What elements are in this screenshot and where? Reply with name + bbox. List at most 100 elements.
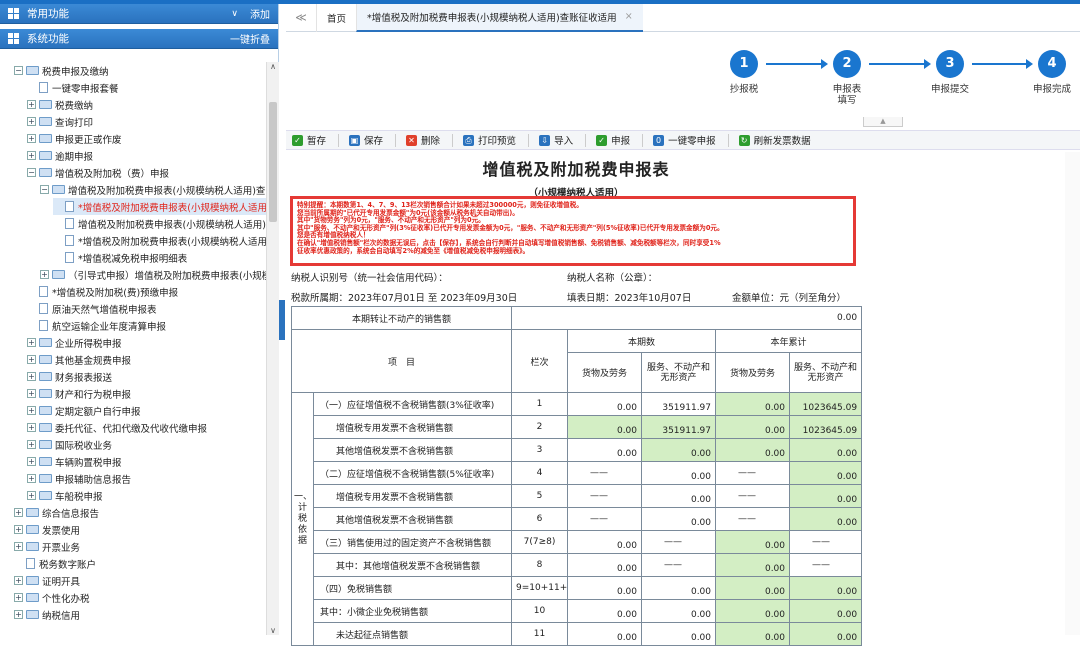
tree-item[interactable]: 航空运输企业年度清算申报 [27,317,166,334]
close-icon[interactable]: × [625,11,633,22]
amount-cell[interactable]: 1023645.09 [789,415,863,439]
toolbar-button-import[interactable]: ⇩ 导入 [539,133,573,147]
tree-item[interactable]: + 证明开具 [14,572,80,589]
expand-toggle-icon[interactable]: + [27,457,36,466]
expand-toggle-icon[interactable]: + [40,270,49,279]
amount-cell[interactable]: 0.00 [567,576,643,600]
tree-item[interactable]: *增值税及附加税(费)预缴申报 [27,283,178,300]
chevron-down-icon[interactable]: ∨ [231,9,238,19]
expand-toggle-icon[interactable]: + [27,406,36,415]
toolbar-button-print[interactable]: ⎙ 打印预览 [463,133,516,147]
tree-item[interactable]: + 纳税信用 [14,606,80,623]
expand-toggle-icon[interactable]: + [27,372,36,381]
tree-item[interactable]: 税务数字账户 [14,555,96,572]
tree-item[interactable]: + 发票使用 [14,521,80,538]
amount-cell[interactable]: 0.00 [789,484,863,508]
transfer-value[interactable]: 0.00 [511,306,863,330]
amount-cell[interactable]: 0.00 [715,622,791,646]
scroll-thumb[interactable] [269,102,277,222]
tree-item[interactable]: + 财产和行为税申报 [27,385,131,402]
amount-cell[interactable]: 0.00 [567,622,643,646]
amount-cell[interactable]: 0.00 [715,438,791,462]
tree-item[interactable]: + 车辆购置税申报 [27,453,122,470]
tree-item[interactable]: − 增值税及附加税（费）申报 [27,164,169,181]
amount-cell[interactable]: 351911.97 [641,415,717,439]
scroll-down-icon[interactable]: ∨ [267,626,279,635]
tree-item[interactable]: + 申报辅助信息报告 [27,470,131,487]
tree-item[interactable]: + 逾期申报 [27,147,93,164]
tree-item[interactable]: *增值税减免税申报明细表 [53,249,187,266]
tree-item[interactable]: 增值税及附加税费申报表(小规模纳税人适用)附 [53,215,266,232]
tree-item[interactable]: − 税费申报及缴纳 [14,62,109,79]
amount-cell[interactable]: 0.00 [641,461,717,485]
amount-cell[interactable]: 0.00 [715,553,791,577]
tree-item[interactable]: 原油天然气增值税申报表 [27,300,157,317]
amount-cell[interactable]: 0.00 [567,553,643,577]
amount-cell[interactable]: 351911.97 [641,392,717,416]
collapse-all-button[interactable]: 一键折叠 [230,31,270,46]
tree-item[interactable]: + 财务报表报送 [27,368,112,385]
amount-cell[interactable]: 0.00 [567,392,643,416]
expand-toggle-icon[interactable]: + [14,610,23,619]
collapse-toggle-icon[interactable]: − [27,168,36,177]
tab-home[interactable]: 首页 [316,3,356,32]
tree-item[interactable]: + 综合信息报告 [14,504,99,521]
expand-toggle-icon[interactable]: + [27,355,36,364]
form-scrollbar[interactable] [1065,152,1080,635]
expand-toggle-icon[interactable]: + [27,389,36,398]
scroll-up-icon[interactable]: ∧ [267,62,279,71]
toolbar-button-save[interactable]: ▣ 保存 [349,133,383,147]
expand-toggle-icon[interactable]: + [14,525,23,534]
tree-item[interactable]: + 企业所得税申报 [27,334,122,351]
collapse-steps-icon[interactable]: ▲ [863,117,903,127]
tree-item[interactable]: 一键零申报套餐 [27,79,119,96]
expand-toggle-icon[interactable]: + [27,491,36,500]
expand-toggle-icon[interactable]: + [27,338,36,347]
amount-cell[interactable]: 0.00 [641,622,717,646]
collapse-toggle-icon[interactable]: − [40,185,49,194]
tree-item[interactable]: + 委托代征、代扣代缴及代收代缴申报 [27,419,207,436]
toolbar-button-declare[interactable]: ✓ 申报 [596,133,630,147]
amount-cell[interactable]: 1023645.09 [789,392,863,416]
amount-cell[interactable]: 0.00 [715,599,791,623]
expand-toggle-icon[interactable]: + [14,593,23,602]
amount-cell[interactable]: 0.00 [641,484,717,508]
tree-item[interactable]: + 车船税申报 [27,487,103,504]
tree-item[interactable]: + 税费缴纳 [27,96,93,113]
expand-toggle-icon[interactable]: + [27,423,36,432]
amount-cell[interactable]: 0.00 [789,507,863,531]
toolbar-button-delete[interactable]: ✕ 删除 [406,133,440,147]
expand-toggle-icon[interactable]: + [27,134,36,143]
tab-scroll-left-icon[interactable]: ≪ [286,11,316,24]
expand-toggle-icon[interactable]: + [27,440,36,449]
amount-cell[interactable]: 0.00 [789,622,863,646]
tree-item[interactable]: *增值税及附加税费申报表(小规模纳税人适用)附 [53,232,266,249]
toolbar-button-check[interactable]: ✓ 暂存 [292,133,326,147]
amount-cell[interactable]: 0.00 [641,507,717,531]
tree-item[interactable]: + 国际税收业务 [27,436,112,453]
amount-cell[interactable]: 0.00 [641,599,717,623]
expand-toggle-icon[interactable]: + [27,151,36,160]
sidebar-collapse-handle[interactable] [279,300,285,340]
amount-cell[interactable]: 0.00 [715,576,791,600]
collapse-toggle-icon[interactable]: − [14,66,23,75]
amount-cell[interactable]: 0.00 [567,599,643,623]
amount-cell[interactable]: 0.00 [789,599,863,623]
amount-cell[interactable]: 0.00 [567,438,643,462]
expand-toggle-icon[interactable]: + [14,508,23,517]
tree-item[interactable]: + 申报更正或作废 [27,130,122,147]
toolbar-button-refresh[interactable]: ↻ 刷新发票数据 [738,133,811,147]
tree-item[interactable]: + 个性化办税 [14,589,90,606]
sidebar-scrollbar[interactable]: ∧ ∨ [266,62,279,635]
tree-item[interactable]: + 查询打印 [27,113,93,130]
tab-declaration-form[interactable]: *增值税及附加税费申报表(小规模纳税人适用)查账征收适用 × [356,3,643,32]
tree-item[interactable]: + 开票业务 [14,538,80,555]
amount-cell[interactable]: 0.00 [789,576,863,600]
amount-cell[interactable]: 0.00 [789,461,863,485]
amount-cell[interactable]: 0.00 [641,438,717,462]
expand-toggle-icon[interactable]: + [27,100,36,109]
tree-item[interactable]: *增值税及附加税费申报表(小规模纳税人适用) [53,198,266,215]
tree-item[interactable]: + 其他基金规费申报 [27,351,131,368]
amount-cell[interactable]: 0.00 [789,438,863,462]
tree-item[interactable]: + （引导式申报）增值税及附加税费申报表(小规模 [40,266,266,283]
